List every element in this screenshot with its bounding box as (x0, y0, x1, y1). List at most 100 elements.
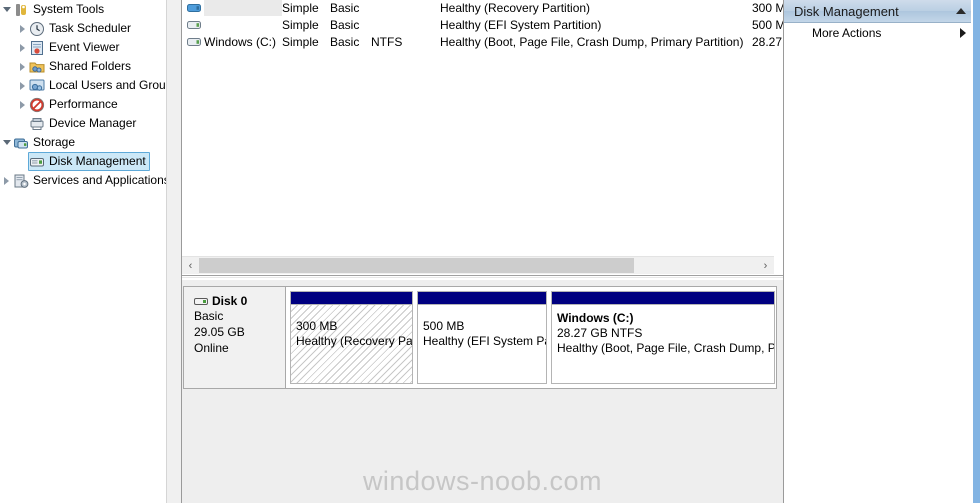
tree-item-node[interactable]: Task Scheduler (29, 19, 134, 38)
chevron-down-icon[interactable] (2, 0, 13, 19)
chevron-right-icon[interactable] (18, 57, 29, 76)
performance-icon (29, 97, 45, 113)
tree-item-node[interactable]: Local Users and Groups (29, 76, 166, 95)
tree-item-label: Shared Folders (49, 59, 132, 73)
partition-status: Healthy (EFI System Pa (423, 334, 546, 348)
console-tree-pane[interactable]: System Tools Task Scheduler Event Viewer Sh… (0, 0, 166, 503)
scrollbar-thumb[interactable] (199, 258, 635, 273)
tree-item-services-and-applications[interactable]: Services and Applications (0, 171, 166, 190)
chevron-right-icon[interactable] (2, 171, 13, 190)
pane-divider-shadow (182, 277, 783, 278)
disk-type: Basic (194, 309, 224, 323)
tree-item-label: Device Manager (49, 116, 137, 130)
tree-item-device-manager[interactable]: Device Manager (0, 114, 166, 133)
tree-item-selected[interactable]: Disk Management (28, 152, 150, 171)
disk-row[interactable]: Disk 0 Basic 29.05 GB Online 300 MB Healt… (183, 286, 777, 389)
cell-capacity: 28.27 (752, 35, 783, 49)
chevron-right-icon[interactable] (18, 76, 29, 95)
graphical-disk-view: Disk 0 Basic 29.05 GB Online 300 MB Healt… (182, 280, 783, 503)
pane-divider (182, 275, 783, 276)
volume-icon-selected (187, 2, 203, 14)
tree-item-storage[interactable]: Storage (0, 133, 166, 152)
actions-header-label: Disk Management (794, 3, 899, 19)
partition-block[interactable]: 300 MB Healthy (Recovery Pa (290, 291, 413, 384)
tree-item-node[interactable]: Storage (13, 133, 78, 152)
tree-splitter[interactable] (166, 0, 182, 503)
action-item-more-actions[interactable]: More Actions (784, 23, 974, 43)
tree-item-node[interactable]: Shared Folders (29, 57, 134, 76)
twisty-placeholder (18, 114, 29, 133)
actions-pane: Disk Management More Actions (783, 0, 974, 503)
chevron-right-icon[interactable] (18, 38, 29, 57)
cell-type: Basic (330, 18, 360, 32)
disk-status: Online (194, 341, 229, 355)
tree-item-label: Task Scheduler (49, 21, 132, 35)
tree-item-label: Disk Management (49, 154, 146, 168)
tree-item-label: Services and Applications (33, 173, 166, 187)
scrollbar-track[interactable] (199, 257, 757, 274)
event-viewer-icon (29, 40, 45, 56)
partition-header-bar (291, 292, 412, 305)
table-row[interactable]: Simple Basic Healthy (EFI System Partition… (182, 17, 783, 34)
chevron-down-icon[interactable] (2, 133, 13, 152)
cell-capacity: 500 M (752, 18, 783, 32)
cell-status: Healthy (Recovery Partition) (440, 1, 591, 15)
action-item-label: More Actions (812, 26, 882, 40)
partition-size: 28.27 GB NTFS (557, 326, 643, 340)
storage-icon (13, 135, 29, 151)
tree-item-disk-management[interactable]: Disk Management (0, 152, 166, 171)
cell-type: Basic (330, 1, 360, 15)
tree-item-event-viewer[interactable]: Event Viewer (0, 38, 166, 57)
volume-list[interactable]: Simple Basic Healthy (Recovery Partition) 3… (182, 0, 783, 253)
volume-icon (187, 36, 203, 48)
partition-strip: 300 MB Healthy (Recovery Pa 500 MB Healthy … (286, 287, 778, 388)
tree-item-performance[interactable]: Performance (0, 95, 166, 114)
tree-item-system-tools[interactable]: System Tools (0, 0, 166, 19)
table-row[interactable]: Simple Basic Healthy (Recovery Partition) 3… (182, 0, 783, 17)
tree-item-node[interactable]: Event Viewer (29, 38, 122, 57)
horizontal-scrollbar[interactable]: ‹ › (182, 256, 774, 274)
users-icon (29, 78, 45, 94)
cell-layout: Simple (282, 35, 319, 49)
partition-block[interactable]: 500 MB Healthy (EFI System Pa (417, 291, 547, 384)
tree-item-node[interactable]: Services and Applications (13, 171, 166, 190)
partition-size: 500 MB (423, 319, 465, 333)
volume-icon (187, 19, 203, 31)
window-right-border (973, 0, 980, 503)
disk-title-label: Disk 0 (212, 294, 248, 308)
tree-item-node[interactable]: Performance (29, 95, 121, 114)
cell-name: Windows (C:) (204, 35, 277, 49)
partition-body: 500 MB Healthy (EFI System Pa (418, 305, 546, 383)
table-row[interactable]: Windows (C:) Simple Basic NTFS Healthy (Boot… (182, 34, 783, 51)
tree-item-shared-folders[interactable]: Shared Folders (0, 57, 166, 76)
tree-item-label: Performance (49, 97, 118, 111)
tree-item-node[interactable]: System Tools (13, 0, 107, 19)
tree-item-node[interactable]: Device Manager (29, 114, 139, 133)
partition-body: Windows (C:) 28.27 GB NTFS Healthy (Boot, … (552, 305, 774, 383)
partition-label: Windows (C:) (557, 311, 634, 325)
disk-icon (194, 296, 209, 307)
disk-info-panel[interactable]: Disk 0 Basic 29.05 GB Online (184, 287, 286, 388)
disk-management-window: System Tools Task Scheduler Event Viewer Sh… (0, 0, 980, 503)
cell-filesystem: NTFS (371, 35, 403, 49)
actions-header[interactable]: Disk Management (784, 0, 974, 23)
tree-item-task-scheduler[interactable]: Task Scheduler (0, 19, 166, 38)
scroll-left-arrow-icon[interactable]: ‹ (182, 257, 199, 274)
services-icon (13, 173, 29, 189)
tree-item-local-users-and-groups[interactable]: Local Users and Groups (0, 76, 166, 95)
tree-item-label: Event Viewer (49, 40, 120, 54)
cell-capacity: 300 M (752, 1, 783, 15)
cell-layout: Simple (282, 18, 319, 32)
chevron-right-icon[interactable] (18, 95, 29, 114)
disk-management-icon (29, 154, 45, 170)
device-manager-icon (29, 116, 45, 132)
twisty-placeholder (18, 152, 29, 171)
partition-block[interactable]: Windows (C:) 28.27 GB NTFS Healthy (Boot, … (551, 291, 775, 384)
partition-status: Healthy (Boot, Page File, Crash Dump, P (557, 341, 774, 355)
chevron-right-icon[interactable] (18, 19, 29, 38)
scroll-right-arrow-icon[interactable]: › (757, 257, 774, 274)
chevron-right-icon[interactable] (960, 28, 966, 38)
partition-header-bar (552, 292, 774, 305)
chevron-up-icon[interactable] (956, 8, 966, 14)
row-selection (204, 0, 282, 16)
